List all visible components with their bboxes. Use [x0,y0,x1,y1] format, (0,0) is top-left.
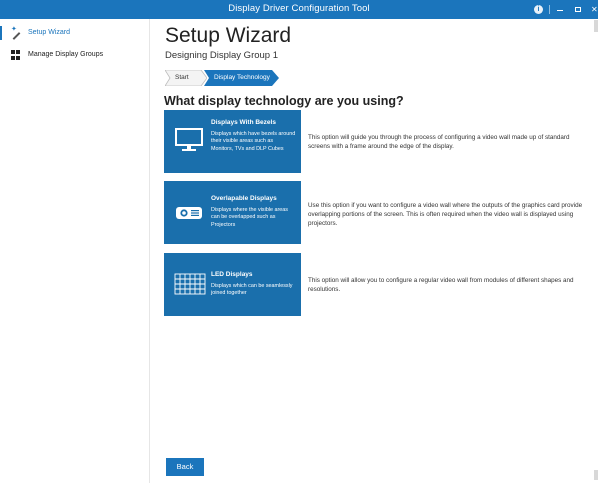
option-explanation: This option will allow you to configure … [308,277,574,293]
question-heading: What display technology are you using? [164,94,404,108]
title-separator [549,5,550,14]
option-title: Overlapable Displays [211,195,277,202]
option-led-displays-button[interactable]: LED Displays Displays which can be seaml… [164,253,301,316]
window-controls: i ✕ [534,0,598,19]
breadcrumb-display-technology[interactable]: Display Technology [204,70,279,86]
info-icon[interactable]: i [534,5,543,14]
maximize-button[interactable] [575,7,581,12]
sidebar-item-label: Manage Display Groups [28,51,104,58]
minimize-button[interactable] [557,10,563,11]
option-description: Displays which have bezels around their … [211,131,296,152]
back-button[interactable]: Back [166,458,204,476]
wand-icon: ✦ [11,26,21,40]
close-button[interactable]: ✕ [591,0,598,19]
option-title: Displays With Bezels [211,119,276,126]
led-panel-icon [174,273,206,300]
selection-indicator [0,26,2,40]
projector-icon [174,206,204,225]
page-title: Setup Wizard [165,24,292,47]
sidebar: ✦ Setup Wizard Manage Display Groups [0,19,150,483]
sidebar-item-manage-display-groups[interactable]: Manage Display Groups [0,45,150,67]
option-title: LED Displays [211,271,253,278]
option-displays-with-bezels-button[interactable]: Displays With Bezels Displays which have… [164,110,301,173]
option-overlapable-displays-button[interactable]: Overlapable Displays Displays where the … [164,181,301,244]
sidebar-item-label: Setup Wizard [28,29,71,36]
monitor-icon [174,128,204,157]
sidebar-item-setup-wizard[interactable]: ✦ Setup Wizard [0,23,150,45]
scrollbar-top[interactable] [594,20,598,32]
option-description: Displays where the visible areas can be … [211,207,289,228]
window-title: Display Driver Configuration Tool [228,3,370,14]
option-explanation: This option will guide you through the p… [308,134,570,150]
breadcrumb-start[interactable]: Start [165,70,207,86]
breadcrumb: Start Display Technology [165,70,279,86]
page-subtitle: Designing Display Group 1 [165,50,279,61]
option-explanation: Use this option if you want to configure… [308,202,583,227]
option-description: Displays which can be seamlessly joined … [211,283,293,297]
scrollbar-bottom[interactable] [594,470,598,480]
title-bar: Display Driver Configuration Tool i ✕ [0,0,598,19]
grid-icon [11,50,21,60]
